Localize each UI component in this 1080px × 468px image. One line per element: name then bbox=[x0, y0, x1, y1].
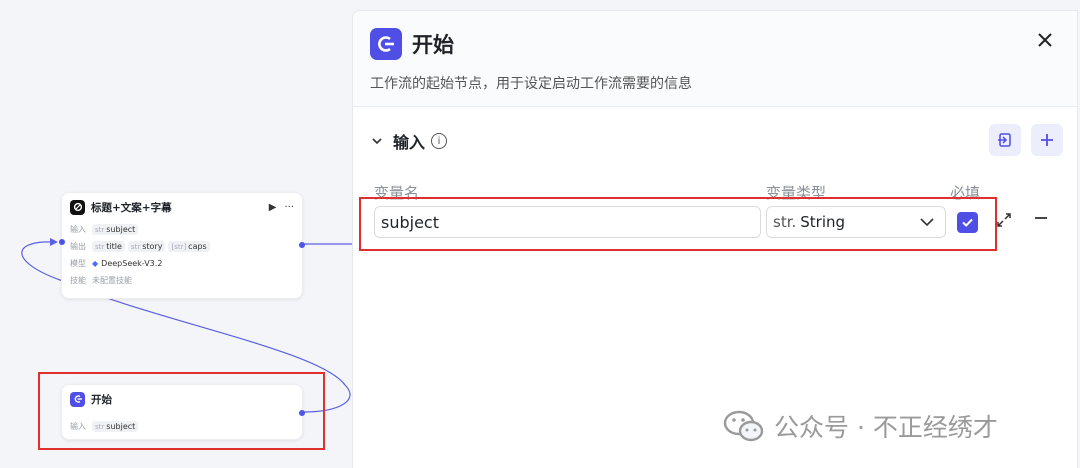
plus-icon bbox=[1041, 134, 1053, 146]
more-icon[interactable]: ··· bbox=[284, 202, 294, 213]
llm-node-output-row: 输出 str title str story [str] caps bbox=[62, 238, 302, 255]
wechat-icon bbox=[723, 410, 764, 442]
var-tag: str title bbox=[92, 241, 125, 252]
llm-node-title: 标题+文案+字幕 bbox=[91, 201, 172, 214]
var-type: str bbox=[95, 225, 105, 234]
info-icon[interactable]: i bbox=[431, 133, 448, 149]
start-icon bbox=[370, 28, 402, 60]
llm-node-input-row: 输入 str subject bbox=[62, 221, 302, 238]
var-tag: str subject bbox=[92, 224, 139, 235]
var-type: [str] bbox=[171, 242, 187, 251]
panel-description: 工作流的起始节点，用于设定启动工作流需要的信息 bbox=[370, 76, 692, 92]
start-node-highlight bbox=[38, 372, 325, 450]
deepseek-icon: ◆ bbox=[92, 259, 99, 268]
expand-icon[interactable] bbox=[995, 211, 1013, 233]
var-name: story bbox=[142, 242, 163, 251]
input-section-header[interactable]: 输入 i bbox=[371, 129, 448, 153]
watermark-text: 公众号 · 不正经绣才 bbox=[774, 413, 998, 442]
workflow-canvas[interactable]: 标题+文案+字幕 ▶ ··· 输入 str subject 输出 str title… bbox=[0, 0, 1080, 468]
llm-input-key: 输入 bbox=[70, 225, 86, 234]
llm-model-value: DeepSeek-V3.2 bbox=[101, 259, 163, 268]
import-button[interactable] bbox=[989, 124, 1021, 156]
llm-node[interactable]: 标题+文案+字幕 ▶ ··· 输入 str subject 输出 str title… bbox=[59, 192, 305, 299]
minus-icon bbox=[1035, 217, 1047, 219]
var-type: str bbox=[95, 242, 105, 251]
import-icon bbox=[998, 133, 1011, 147]
llm-input-port[interactable] bbox=[59, 239, 65, 245]
llm-output-key: 输出 bbox=[70, 242, 86, 251]
variable-row-highlight bbox=[359, 197, 997, 251]
var-name: title bbox=[106, 242, 122, 251]
llm-node-skill-row: 技能 未配置技能 bbox=[62, 272, 302, 289]
input-section-label: 输入 bbox=[393, 133, 426, 152]
var-tag: str story bbox=[127, 241, 166, 252]
watermark: 公众号 · 不正经绣才 bbox=[722, 408, 998, 444]
llm-node-model-row: 模型 ◆ DeepSeek-V3.2 bbox=[62, 255, 302, 272]
panel-header: 开始 工作流的起始节点，用于设定启动工作流需要的信息 bbox=[353, 11, 1077, 107]
var-name: caps bbox=[188, 242, 207, 251]
chevron-down-icon[interactable] bbox=[371, 135, 383, 147]
var-name: subject bbox=[106, 225, 136, 234]
panel-title: 开始 bbox=[412, 33, 454, 57]
llm-skill-value: 未配置技能 bbox=[92, 276, 132, 285]
add-variable-button[interactable] bbox=[1031, 124, 1063, 156]
llm-skill-key: 技能 bbox=[70, 276, 86, 285]
remove-variable-button[interactable] bbox=[1033, 209, 1049, 231]
close-icon[interactable] bbox=[1037, 31, 1053, 53]
var-type: str bbox=[130, 242, 141, 251]
run-icon[interactable]: ▶ bbox=[269, 202, 277, 213]
llm-node-icon bbox=[70, 199, 85, 215]
var-tag: [str] caps bbox=[168, 241, 210, 252]
llm-model-key: 模型 bbox=[70, 259, 86, 268]
llm-output-port[interactable] bbox=[299, 242, 305, 248]
